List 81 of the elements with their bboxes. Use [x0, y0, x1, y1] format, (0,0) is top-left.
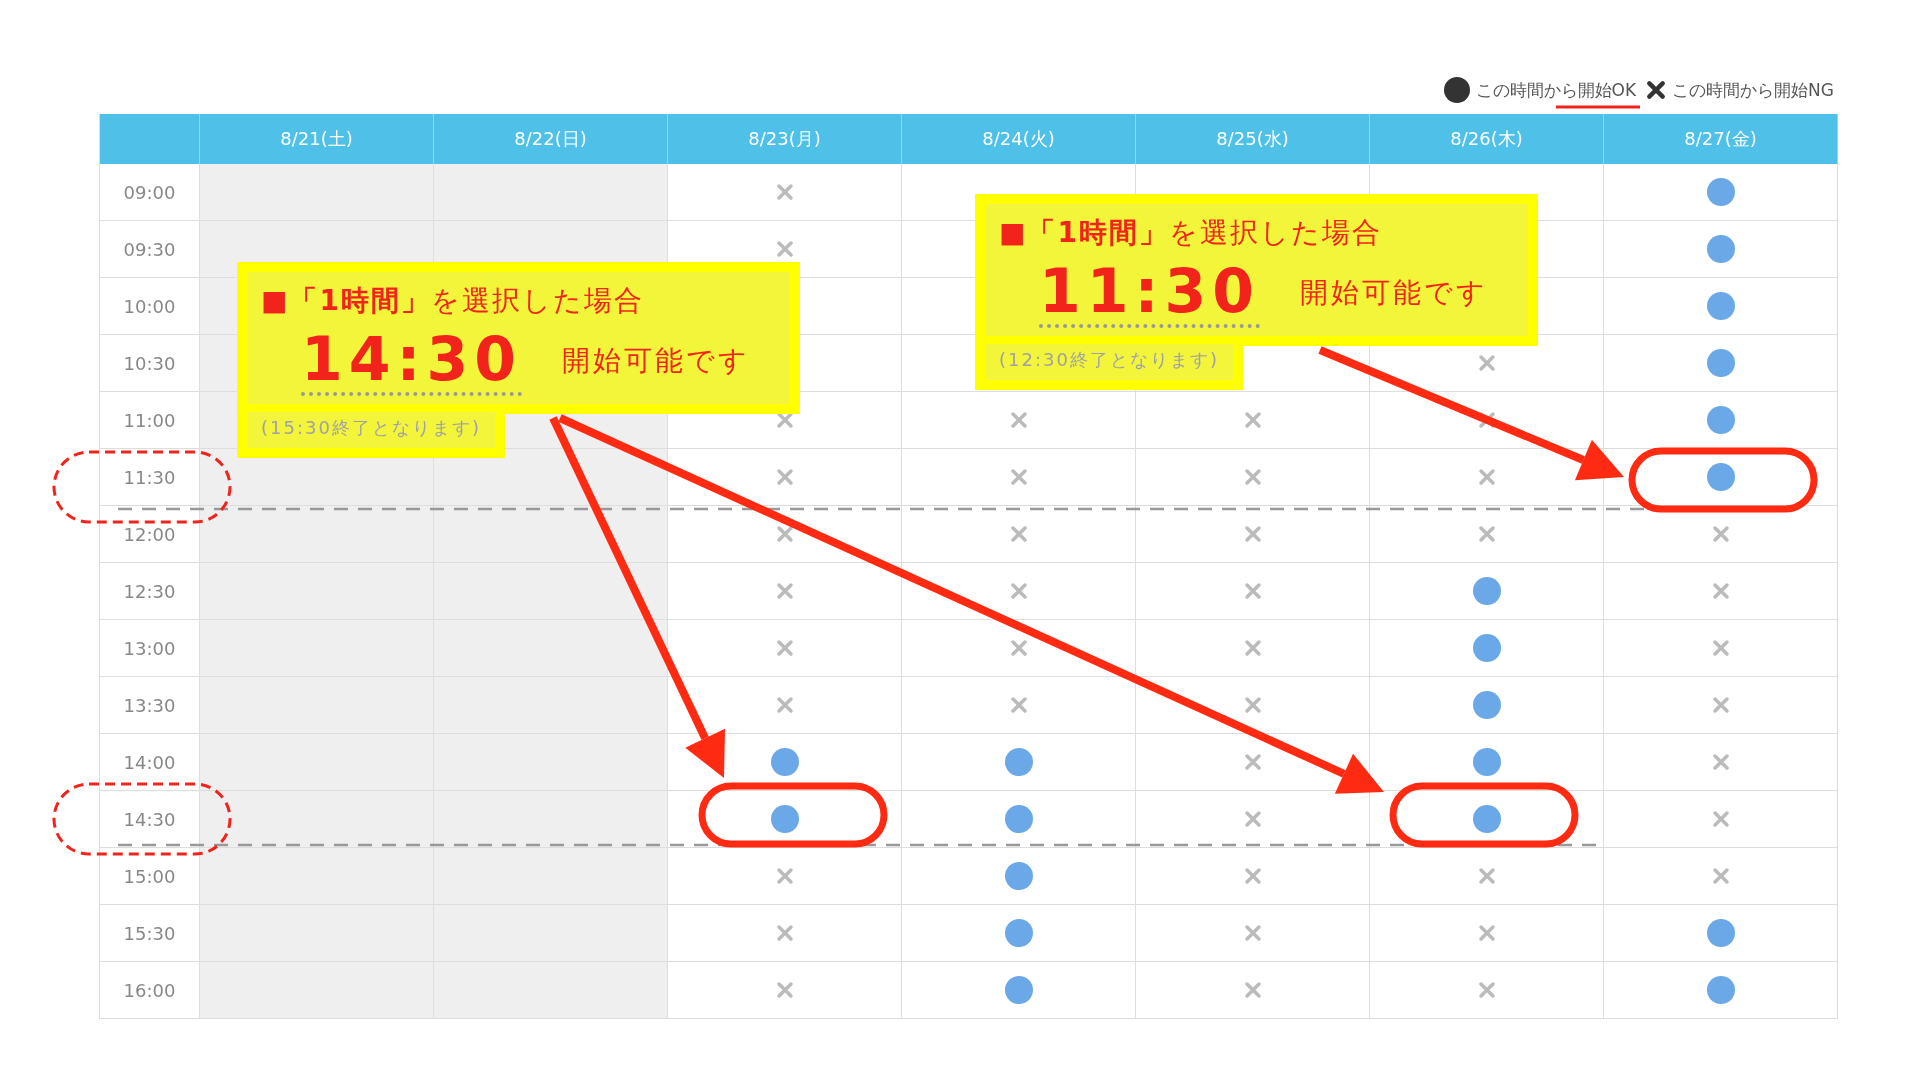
cross-icon: [775, 525, 794, 543]
cross-icon: [1243, 981, 1262, 999]
column-header: 8/22(日): [434, 114, 668, 164]
cross-icon: [1477, 525, 1496, 543]
cross-icon: [1477, 411, 1496, 429]
circle-icon: [1004, 748, 1033, 776]
column-header: 8/27(金): [1604, 114, 1838, 164]
circle-icon: [1472, 691, 1501, 719]
cross-icon: [1243, 411, 1262, 429]
callout-heading: ■「1時間」を選択した場合: [999, 215, 1383, 251]
cross-icon: [1711, 810, 1730, 828]
column-header: 8/23(月): [668, 114, 902, 164]
callout-message: 開始可能です: [562, 343, 750, 379]
legend-label: この時間から開始OK: [1475, 78, 1637, 102]
cross-icon: [1477, 924, 1496, 942]
cross-icon: [1243, 810, 1262, 828]
cross-icon: [775, 240, 794, 258]
legend-label: この時間から開始NG: [1672, 78, 1834, 102]
cross-icon: [1009, 696, 1028, 714]
circle-icon: [1706, 349, 1735, 377]
cross-icon: [775, 183, 794, 201]
callout-message: 開始可能です: [1300, 275, 1488, 311]
circle-icon: [1004, 919, 1033, 947]
cross-icon: [1711, 753, 1730, 771]
cross-icon: [1243, 582, 1262, 600]
end-time-note: (15:30終了となります): [237, 412, 505, 458]
cross-icon: [1646, 80, 1667, 100]
column-header: 8/25(水): [1136, 114, 1370, 164]
column-header: 8/21(土): [200, 114, 434, 164]
circle-icon: [1472, 748, 1501, 776]
circle-icon: [1706, 235, 1735, 263]
circle-icon: [1472, 805, 1501, 833]
cross-icon: [1243, 525, 1262, 543]
circle-icon: [1706, 976, 1735, 1004]
circle-icon: [1004, 805, 1033, 833]
circle-icon: [770, 805, 799, 833]
circle-icon: [1472, 577, 1501, 605]
circle-icon: [1706, 463, 1735, 491]
cross-icon: [1243, 468, 1262, 486]
cross-icon: [1243, 696, 1262, 714]
cross-icon: [775, 981, 794, 999]
callout-heading: ■「1時間」を選択した場合: [261, 283, 645, 319]
cross-icon: [1009, 582, 1028, 600]
circle-icon: [1004, 976, 1033, 1004]
cross-icon: [1009, 525, 1028, 543]
circle-icon: [1706, 919, 1735, 947]
cross-icon: [1009, 411, 1028, 429]
column-header: 8/24(火): [902, 114, 1136, 164]
circle-icon: [1706, 406, 1735, 434]
cross-icon: [1711, 582, 1730, 600]
cross-icon: [1243, 753, 1262, 771]
circle-icon: [1443, 77, 1470, 103]
cross-icon: [1009, 639, 1028, 657]
cross-icon: [1711, 525, 1730, 543]
cross-icon: [775, 696, 794, 714]
cross-icon: [1009, 468, 1028, 486]
cross-icon: [1477, 354, 1496, 372]
cross-icon: [1243, 867, 1262, 885]
cross-icon: [1477, 468, 1496, 486]
circle-icon: [770, 748, 799, 776]
end-time-note: (12:30終了となります): [975, 344, 1243, 390]
cross-icon: [775, 924, 794, 942]
cross-icon: [775, 411, 794, 429]
cross-icon: [1243, 639, 1262, 657]
cross-icon: [775, 582, 794, 600]
circle-icon: [1706, 292, 1735, 320]
cross-icon: [1477, 981, 1496, 999]
cross-icon: [1711, 696, 1730, 714]
circle-icon: [1004, 862, 1033, 890]
cross-icon: [775, 639, 794, 657]
cross-icon: [775, 867, 794, 885]
column-header: 8/26(木): [1370, 114, 1604, 164]
cross-icon: [1243, 924, 1262, 942]
cross-icon: [1711, 867, 1730, 885]
cross-icon: [1711, 639, 1730, 657]
cross-icon: [1477, 867, 1496, 885]
start-time: 14:30: [301, 326, 522, 396]
circle-icon: [1706, 178, 1735, 206]
circle-icon: [1472, 634, 1501, 662]
start-time: 11:30: [1039, 258, 1260, 328]
cross-icon: [775, 468, 794, 486]
